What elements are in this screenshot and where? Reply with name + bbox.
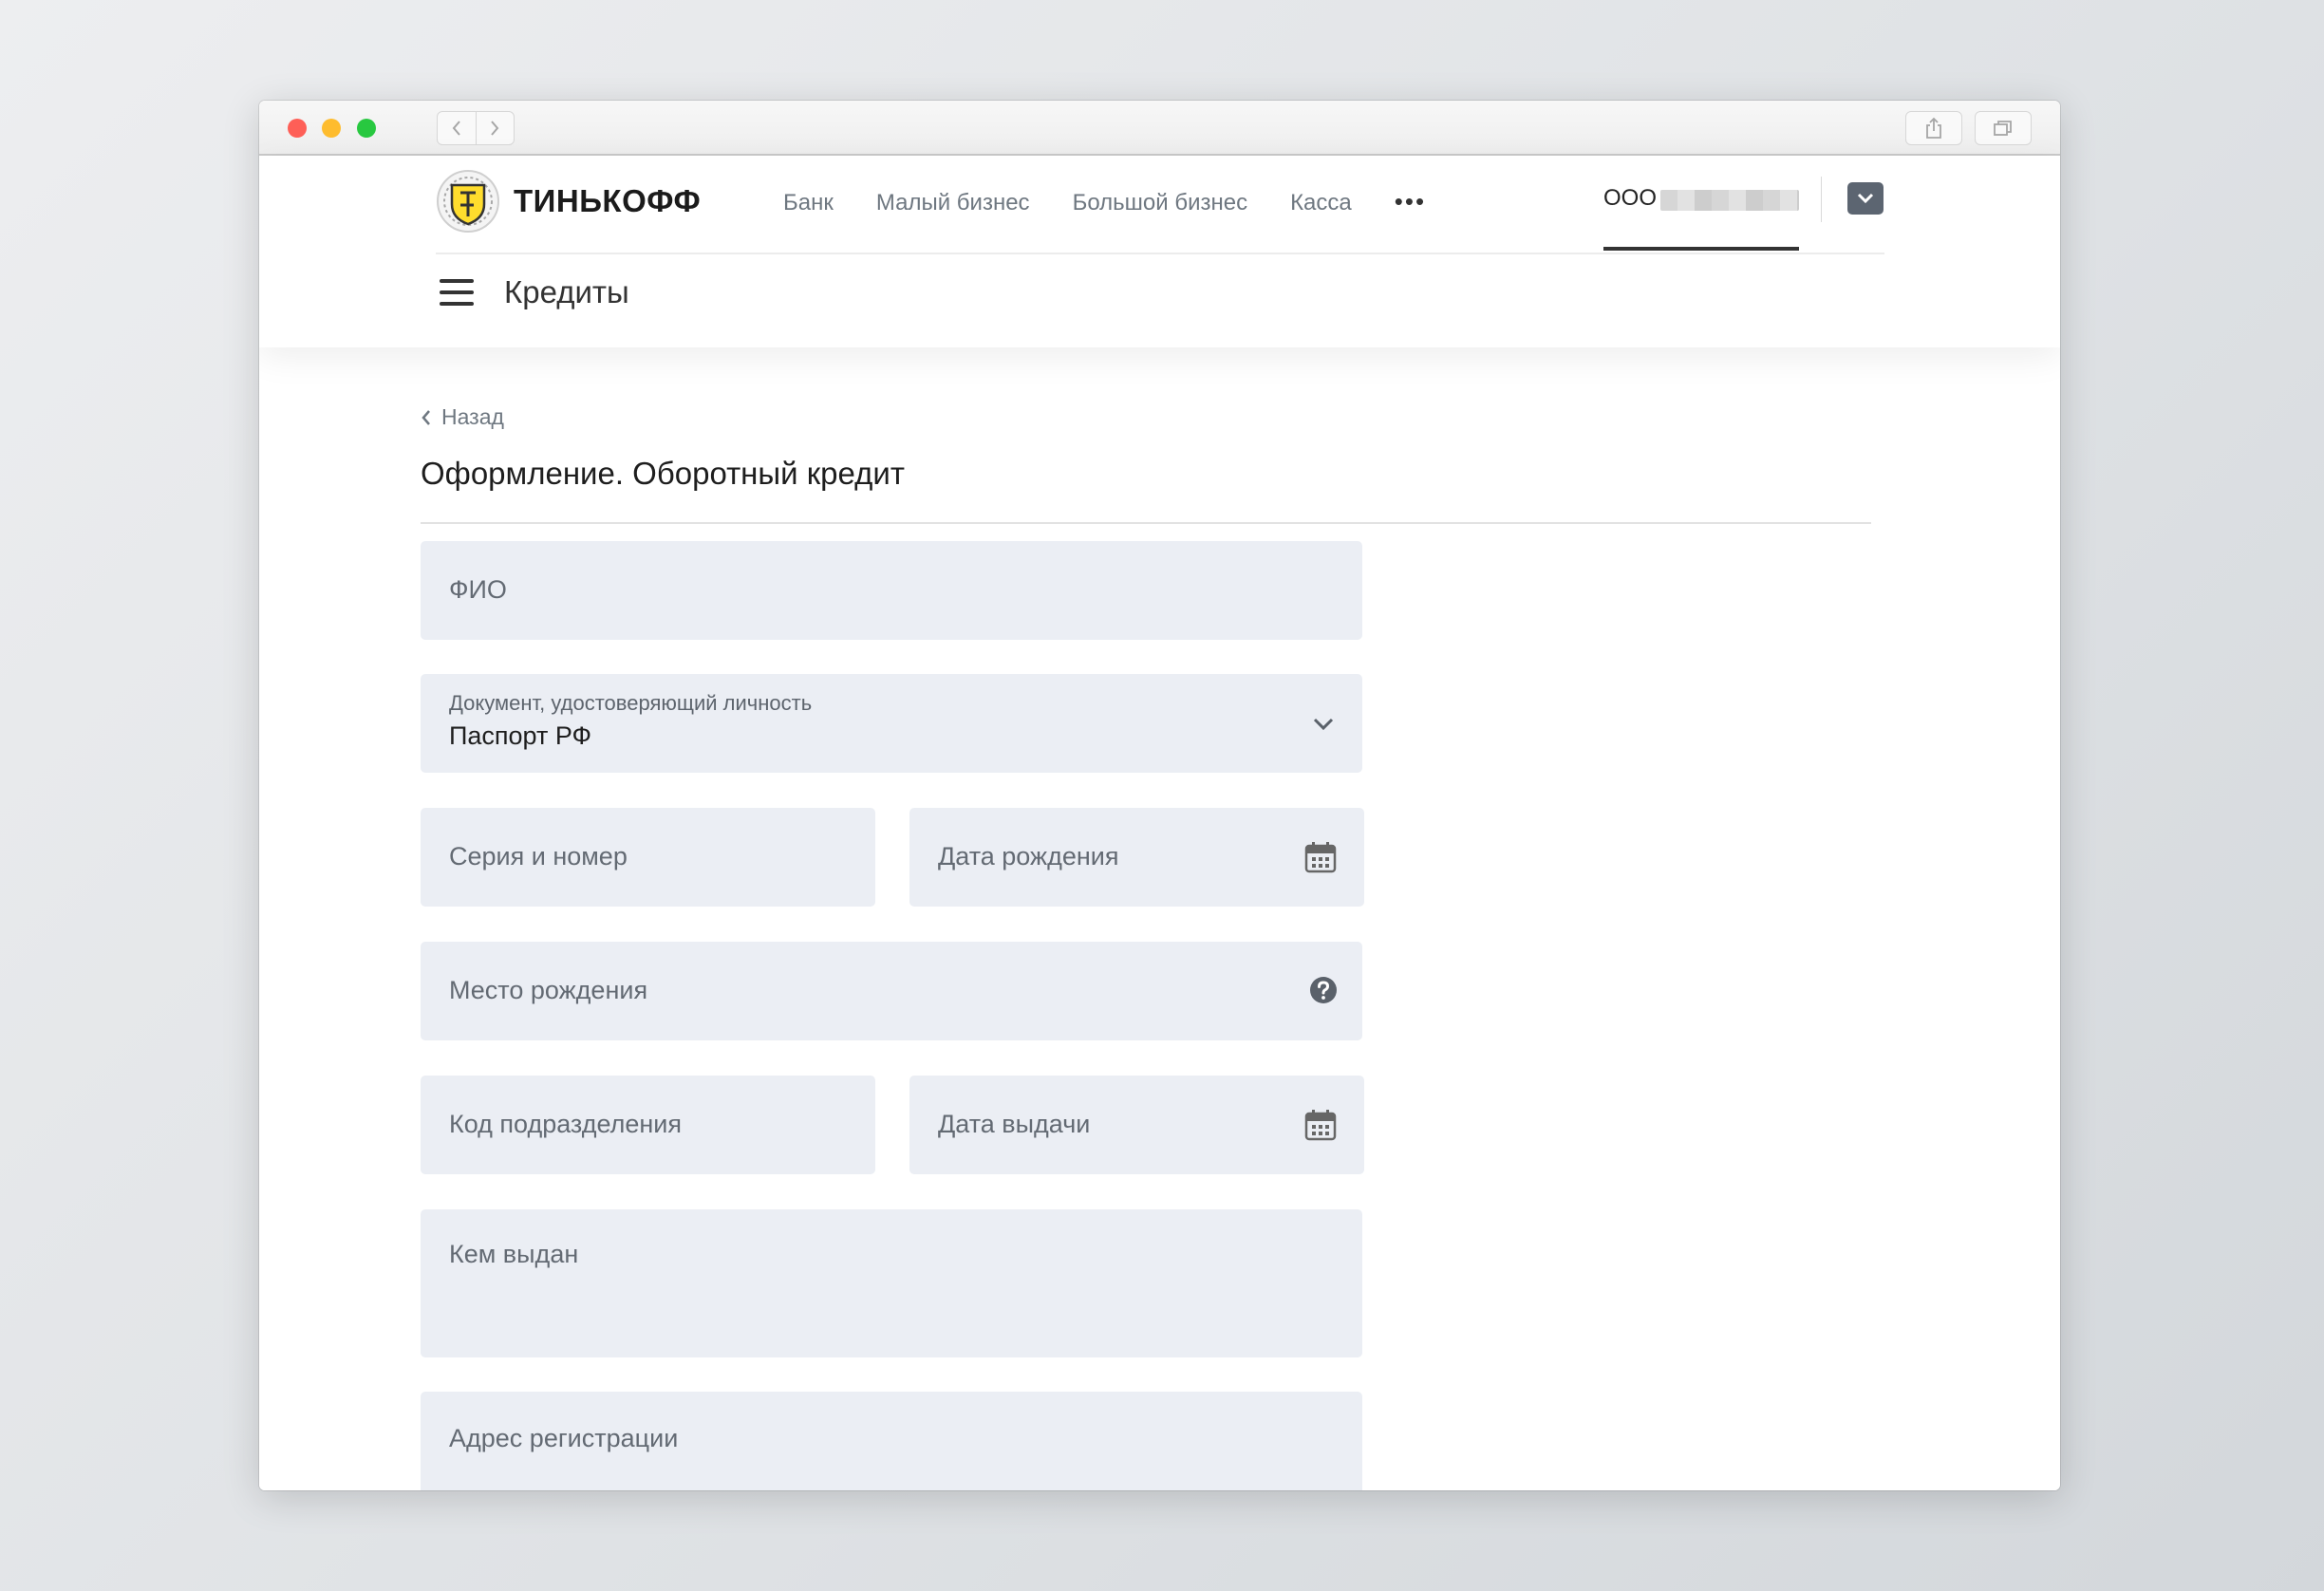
registration-address-field[interactable]: Адрес регистрации <box>421 1392 1362 1490</box>
chevron-left-icon <box>452 121 460 136</box>
logo-text: ТИНЬКОФФ <box>514 183 702 218</box>
nav-big-business[interactable]: Большой бизнес <box>1073 184 1248 222</box>
header-separator <box>436 253 1884 254</box>
chevron-down-icon <box>1313 718 1334 731</box>
fio-field[interactable]: ФИО <box>421 541 1362 640</box>
browser-window: ТИНЬКОФФ Банк Малый бизнес Большой бизне… <box>259 101 2060 1490</box>
organization-tab[interactable]: ООО <box>1603 178 1799 251</box>
org-name: ООО <box>1603 185 1658 211</box>
header-divider <box>1821 177 1822 222</box>
document-label: Документ, удостоверяющий личность <box>449 691 813 715</box>
tabs-overview-button[interactable] <box>1975 111 2032 145</box>
issued-by-label: Кем выдан <box>449 1240 579 1268</box>
maximize-window-button[interactable] <box>357 119 376 138</box>
chevron-right-icon <box>491 121 499 136</box>
birth-date-label: Дата рождения <box>938 842 1119 870</box>
issued-by-field[interactable]: Кем выдан <box>421 1209 1362 1357</box>
browser-back-button[interactable] <box>438 112 476 144</box>
page-content: ТИНЬКОФФ Банк Малый бизнес Большой бизне… <box>259 156 2060 1490</box>
logo[interactable]: ТИНЬКОФФ <box>436 169 701 234</box>
menu-icon[interactable] <box>440 279 474 306</box>
division-code-field[interactable]: Код подразделения <box>421 1076 875 1174</box>
document-value: Паспорт РФ <box>449 721 592 750</box>
section-title: Кредиты <box>504 274 629 309</box>
share-icon <box>1926 117 1941 139</box>
fio-label: ФИО <box>449 575 507 604</box>
history-nav <box>437 111 515 145</box>
issue-date-label: Дата выдачи <box>938 1110 1091 1138</box>
account-menu-button[interactable] <box>1847 182 1884 215</box>
issue-date-field[interactable]: Дата выдачи <box>909 1076 1364 1174</box>
series-number-label: Серия и номер <box>449 842 628 870</box>
chevron-down-icon <box>1857 193 1874 204</box>
more-menu-icon[interactable]: ••• <box>1395 184 1426 222</box>
tabs-icon <box>1994 121 2012 136</box>
registration-address-label: Адрес регистрации <box>449 1424 679 1452</box>
help-icon[interactable] <box>1309 976 1338 1004</box>
back-link[interactable]: Назад <box>421 404 504 430</box>
close-window-button[interactable] <box>288 119 307 138</box>
site-header: ТИНЬКОФФ Банк Малый бизнес Большой бизне… <box>259 156 2060 347</box>
org-name-redacted <box>1660 190 1799 211</box>
nav-kassa[interactable]: Касса <box>1290 184 1352 222</box>
browser-forward-button[interactable] <box>475 112 515 144</box>
minimize-window-button[interactable] <box>322 119 341 138</box>
browser-titlebar <box>259 101 2060 156</box>
chevron-left-icon <box>422 409 430 425</box>
birth-place-label: Место рождения <box>449 976 648 1004</box>
birth-place-field[interactable]: Место рождения <box>421 942 1362 1040</box>
title-divider <box>421 522 1871 524</box>
share-button[interactable] <box>1905 111 1962 145</box>
nav-bank[interactable]: Банк <box>783 184 834 222</box>
calendar-icon[interactable] <box>1303 840 1338 874</box>
division-code-label: Код подразделения <box>449 1110 682 1138</box>
birth-date-field[interactable]: Дата рождения <box>909 808 1364 907</box>
page-title: Оформление. Оборотный кредит <box>421 456 905 491</box>
top-nav: Банк Малый бизнес Большой бизнес Касса •… <box>783 184 1426 222</box>
calendar-icon[interactable] <box>1303 1108 1338 1142</box>
nav-small-business[interactable]: Малый бизнес <box>876 184 1030 222</box>
document-select[interactable]: Документ, удостоверяющий личность Паспор… <box>421 674 1362 773</box>
back-label: Назад <box>441 404 504 429</box>
series-number-field[interactable]: Серия и номер <box>421 808 875 907</box>
logo-emblem-icon <box>437 170 499 233</box>
